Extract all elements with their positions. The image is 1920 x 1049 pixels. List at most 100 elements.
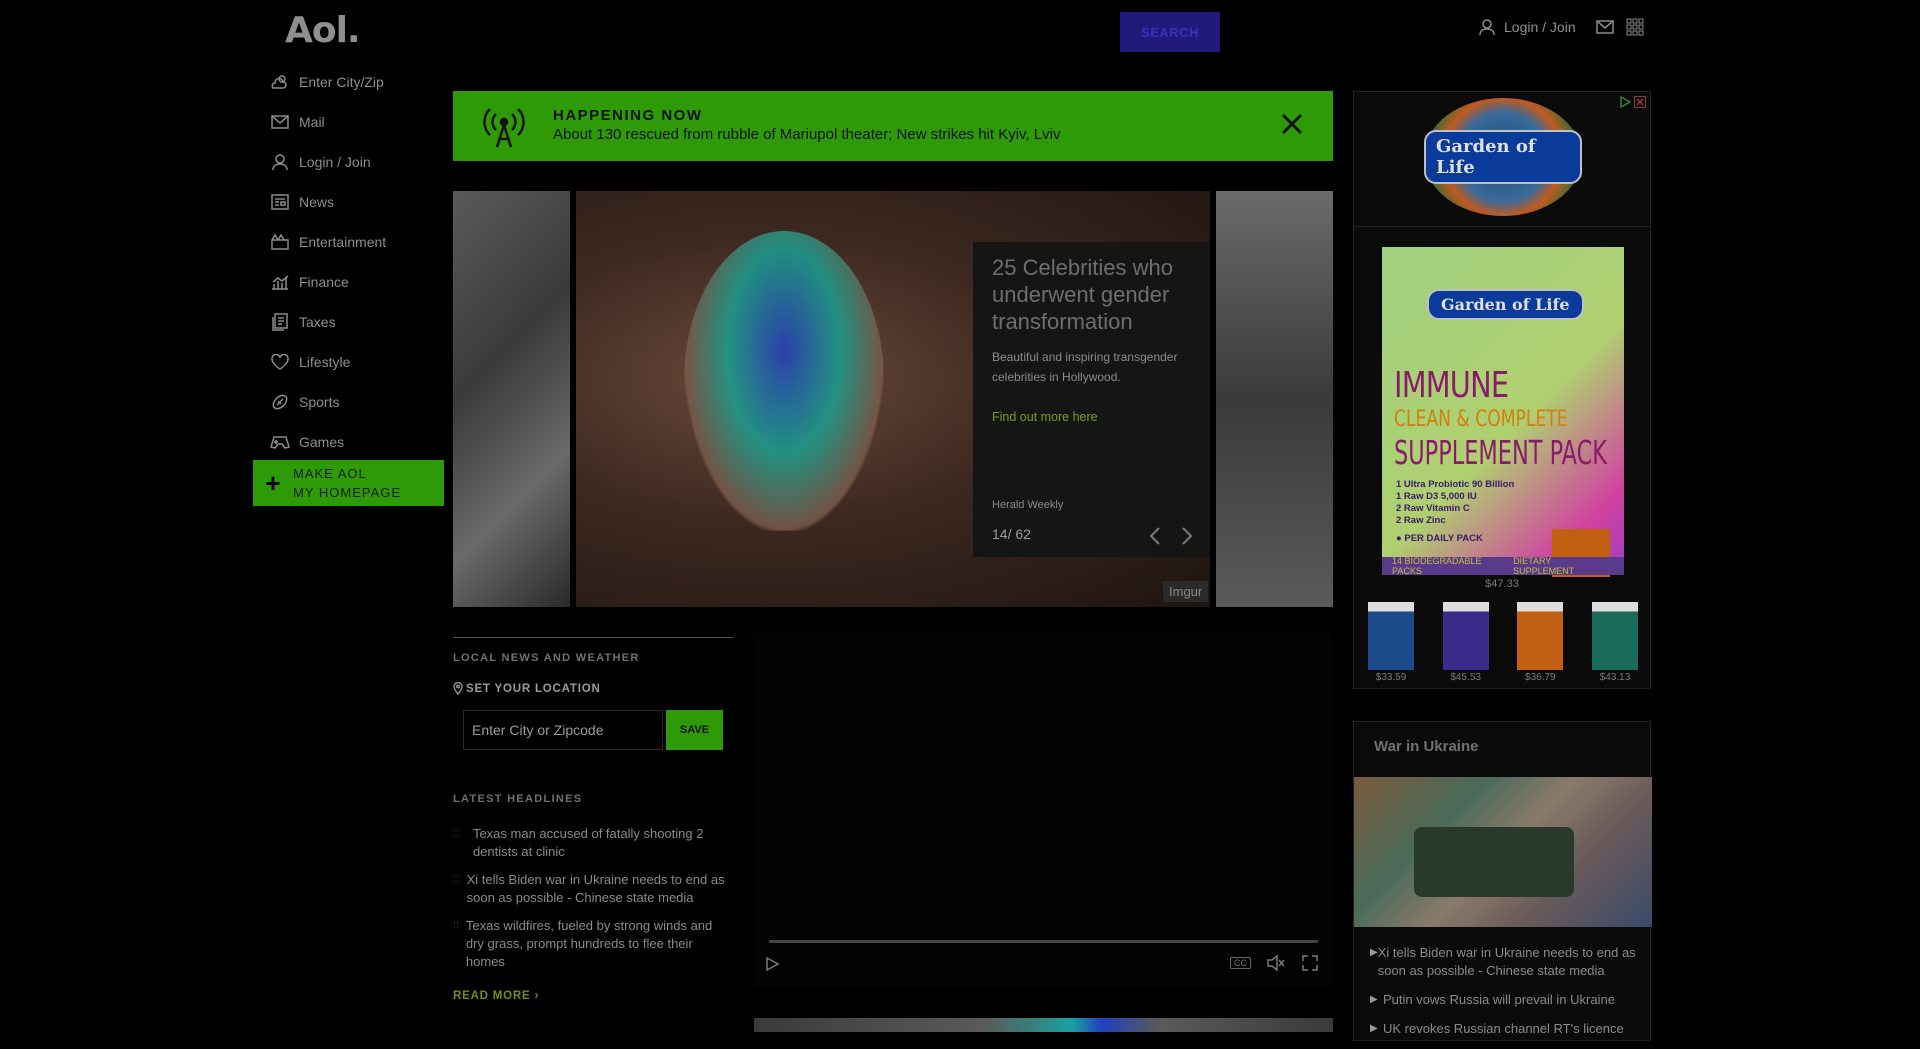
nav-item-label: Taxes	[299, 314, 336, 330]
fullscreen-icon[interactable]	[1302, 955, 1318, 971]
advertisement[interactable]: Garden of Life Garden of Life IMMUNE CLE…	[1353, 91, 1651, 689]
nav-item-label: Finance	[299, 274, 349, 290]
carousel-counter: 14/ 62	[992, 526, 1031, 542]
ad-product[interactable]: $33.59	[1368, 602, 1414, 683]
product-price: $36.79	[1525, 672, 1556, 683]
tank-shape	[1414, 827, 1574, 897]
nav-item-lifestyle[interactable]: Lifestyle	[270, 342, 450, 382]
closed-captions-button[interactable]: CC	[1230, 957, 1251, 969]
make-homepage-button[interactable]: + MAKE AOL MY HOMEPAGE	[253, 460, 444, 506]
nav-item-weather[interactable]: Enter City/Zip	[270, 62, 450, 102]
war-in-ukraine-module: War in Ukraine ▶ Xi tells Biden war in Uk…	[1353, 721, 1652, 1041]
portrait-image	[684, 231, 884, 531]
product-bottle-image	[1591, 602, 1638, 670]
close-icon[interactable]	[1279, 111, 1305, 137]
happening-now-headline[interactable]: About 130 rescued from rubble of Mariupo…	[553, 126, 1060, 143]
nav-item-label: Games	[299, 434, 345, 450]
video-progress-bar[interactable]	[769, 940, 1318, 943]
carousel-title[interactable]: 25 Celebrities who underwent gender tran…	[992, 254, 1202, 335]
video-player[interactable]: CC	[754, 633, 1333, 987]
make-homepage-line2: MY HOMEPAGE	[293, 485, 402, 500]
ad-product[interactable]: $43.13	[1591, 602, 1638, 683]
nav-item-sports[interactable]: Sports	[270, 382, 450, 422]
chevron-left-icon[interactable]	[1147, 526, 1163, 546]
headline-item[interactable]: :: Texas wildfires, fueled by strong wind…	[453, 917, 733, 971]
next-article-image[interactable]	[754, 1018, 1333, 1032]
ad-detail: 1 Raw D3 5,000 IU	[1396, 491, 1477, 502]
nav-item-label: Lifestyle	[299, 354, 351, 370]
product-bottle-image	[1442, 602, 1489, 670]
carousel-find-out-link[interactable]: Find out more here	[992, 410, 1098, 424]
user-icon	[1478, 18, 1496, 36]
location-pin-icon	[453, 682, 463, 695]
nav-item-news[interactable]: News	[270, 182, 450, 222]
chevron-right-icon[interactable]	[1179, 526, 1195, 546]
ad-details: 1 Ultra Probiotic 90 Billion 1 Raw D3 5,…	[1396, 479, 1514, 527]
ad-box-brand: Garden of Life	[1427, 289, 1584, 320]
headline-text: Texas man accused of fatally shooting 2 …	[472, 826, 704, 859]
nav-item-label: Enter City/Zip	[299, 74, 384, 90]
nav-item-login[interactable]: Login / Join	[270, 142, 450, 182]
weather-icon	[270, 72, 290, 92]
product-bottle-image	[1368, 602, 1414, 670]
carousel-description: Beautiful and inspiring transgender cele…	[992, 350, 1178, 384]
mail-icon	[270, 112, 290, 132]
triangle-right-icon: ▶	[1370, 947, 1378, 958]
entertainment-icon	[270, 232, 290, 252]
ad-daily-pack: ● PER DAILY PACK	[1396, 533, 1483, 544]
mute-icon[interactable]	[1267, 954, 1285, 972]
header-login[interactable]: Login / Join	[1478, 18, 1576, 36]
broadcast-icon	[477, 105, 531, 149]
ukraine-headline[interactable]: ▶ Putin vows Russia will prevail in Ukrai…	[1370, 991, 1646, 1009]
ad-product-row: $33.59 $45.53 $36.79 $43.13	[1368, 602, 1638, 683]
apps-grid-icon[interactable]	[1626, 18, 1644, 36]
save-location-button[interactable]: SAVE	[666, 710, 723, 750]
play-icon[interactable]	[764, 956, 780, 972]
happening-now-label: HAPPENING NOW	[553, 107, 703, 124]
finance-icon	[270, 272, 290, 292]
headline-item[interactable]: :: Xi tells Biden war in Ukraine needs to…	[453, 871, 733, 907]
ad-close-icon[interactable]	[1634, 95, 1646, 108]
sports-icon	[270, 392, 290, 412]
nav-item-games[interactable]: Games	[270, 422, 450, 462]
aol-logo[interactable]: Aol.	[285, 10, 361, 51]
mail-icon[interactable]	[1596, 20, 1614, 34]
nav-item-mail[interactable]: Mail	[270, 102, 450, 142]
carousel-info-panel: 25 Celebrities who underwent gender tran…	[973, 242, 1210, 557]
garden-of-life-logo: Garden of Life	[1424, 98, 1582, 216]
taxes-icon	[270, 312, 290, 332]
nav-item-finance[interactable]: Finance	[270, 262, 450, 302]
section-divider	[453, 637, 733, 638]
ukraine-headline[interactable]: ▶ UK revokes Russian channel RT's licence	[1370, 1020, 1646, 1038]
happening-now-banner[interactable]: HAPPENING NOW About 130 rescued from rub…	[453, 91, 1333, 161]
ad-detail: 1 Ultra Probiotic 90 Billion	[1396, 479, 1515, 490]
nav-item-label: Entertainment	[299, 234, 387, 250]
ad-product[interactable]: $45.53	[1442, 602, 1489, 683]
left-nav: Enter City/Zip Mail Login / Join News En…	[270, 62, 450, 462]
carousel-source: Herald Weekly	[992, 499, 1064, 511]
carousel-prev-slide-image[interactable]	[453, 191, 570, 607]
zipcode-input[interactable]	[463, 710, 663, 750]
search-button[interactable]: SEARCH	[1120, 12, 1220, 52]
ad-strip: 14 BIODEGRADABLE PACKS DIETARY SUPPLEMEN…	[1382, 556, 1624, 576]
product-bottle-image	[1517, 602, 1564, 670]
headline-item[interactable]: :: Texas man accused of fatally shooting …	[453, 825, 733, 861]
headline-text: Putin vows Russia will prevail in Ukrain…	[1383, 992, 1615, 1007]
read-more-link[interactable]: READ MORE ›	[453, 990, 539, 1002]
search-input[interactable]	[566, 12, 1124, 52]
nav-item-entertainment[interactable]: Entertainment	[270, 222, 450, 262]
carousel-next-slide-image[interactable]	[1216, 191, 1333, 607]
ad-product-box[interactable]: Garden of Life IMMUNE CLEAN & COMPLETE S…	[1382, 247, 1624, 577]
ukraine-tank-image[interactable]	[1354, 777, 1652, 927]
make-homepage-label: MAKE AOL MY HOMEPAGE	[293, 464, 401, 502]
nav-item-taxes[interactable]: Taxes	[270, 302, 450, 342]
header-login-label: Login / Join	[1504, 19, 1576, 35]
ukraine-title[interactable]: War in Ukraine	[1374, 738, 1478, 755]
bullet-icon: ::	[453, 873, 460, 885]
latest-headlines-title: LATEST HEADLINES	[453, 793, 583, 805]
ukraine-headline[interactable]: ▶ Xi tells Biden war in Ukraine needs to …	[1370, 944, 1646, 980]
ad-detail: 2 Raw Zinc	[1396, 515, 1446, 526]
ad-strip-left: 14 BIODEGRADABLE PACKS	[1392, 556, 1482, 576]
ad-product[interactable]: $36.79	[1517, 602, 1564, 683]
ad-choices[interactable]	[1619, 95, 1646, 109]
